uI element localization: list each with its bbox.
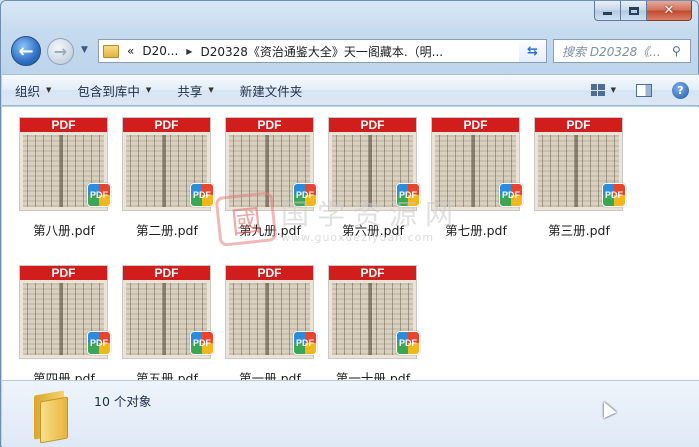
pdf-header: PDF <box>329 266 416 280</box>
breadcrumb: « D20... ▶ D20328《资治通鉴大全》天一阁藏本.（明... <box>123 43 530 60</box>
share-menu[interactable]: 共享 ▼ <box>164 75 226 105</box>
watermark-url: www.guoxueziyuan.com <box>281 231 435 244</box>
arrow-left-icon: ← <box>18 40 34 62</box>
maximize-button[interactable] <box>621 1 647 21</box>
organize-label: 组织 <box>15 83 41 99</box>
breadcrumb-overflow[interactable]: « <box>127 44 134 58</box>
pdf-header: PDF <box>123 266 210 280</box>
breadcrumb-segment-current[interactable]: D20328《资治通鉴大全》天一阁藏本.（明... <box>200 43 443 60</box>
pdf-app-icon: PDF <box>293 331 317 355</box>
file-list: PDF PDF 第八册.pdf PDF PDF 第二册.pdf PDF PDF … <box>2 107 699 386</box>
chevron-right-icon[interactable]: ▶ <box>186 47 192 56</box>
chevron-down-icon: ▼ <box>208 86 214 94</box>
breadcrumb-segment[interactable]: D20... <box>142 44 178 58</box>
chevron-down-icon: ▼ <box>46 86 52 94</box>
new-folder-button[interactable]: 新建文件夹 <box>227 75 316 105</box>
refresh-button[interactable]: ⇆ <box>519 39 547 63</box>
preview-pane-icon[interactable] <box>636 83 652 97</box>
pdf-header: PDF <box>20 118 107 132</box>
command-bar: 组织 ▼ 包含到库中 ▼ 共享 ▼ 新建文件夹 ▼ ? <box>2 74 699 106</box>
search-box[interactable]: 搜索 D20328《... ⚲ <box>553 39 691 63</box>
command-bar-right: ▼ ? <box>590 75 699 105</box>
watermark-title: 国学资源网 <box>281 198 462 231</box>
pdf-header: PDF <box>535 118 622 132</box>
pdf-header: PDF <box>20 266 107 280</box>
item-count: 10 个对象 <box>94 394 152 409</box>
organize-menu[interactable]: 组织 ▼ <box>2 75 64 105</box>
minimize-button[interactable] <box>594 1 621 21</box>
include-in-library-label: 包含到库中 <box>77 83 140 99</box>
recent-pages-dropdown[interactable]: ▼ <box>81 45 88 55</box>
pdf-header: PDF <box>226 118 313 132</box>
navigation-bar: ← → ▼ « D20... ▶ D20328《资治通鉴大全》天一阁藏本.（明.… <box>1 29 698 71</box>
change-view-icon[interactable] <box>590 84 605 96</box>
forward-button[interactable]: → <box>47 38 74 65</box>
pdf-app-icon: PDF <box>190 183 214 207</box>
file-item[interactable]: PDF PDF 第四册.pdf <box>19 265 119 389</box>
file-item[interactable]: PDF PDF 第一册.pdf <box>225 265 325 389</box>
arrow-right-icon: → <box>53 42 68 61</box>
pdf-header: PDF <box>226 266 313 280</box>
folder-icon <box>103 44 119 58</box>
maximize-icon <box>628 6 639 15</box>
pdf-header: PDF <box>432 118 519 132</box>
watermark-seal: 國 <box>214 190 278 247</box>
pdf-app-icon: PDF <box>396 331 420 355</box>
close-icon: ✕ <box>663 3 675 18</box>
search-icon: ⚲ <box>672 44 681 58</box>
file-name: 第二册.pdf <box>136 223 198 238</box>
include-in-library-menu[interactable]: 包含到库中 ▼ <box>64 75 164 105</box>
minimize-icon <box>603 12 612 15</box>
file-name: 第三册.pdf <box>548 223 610 238</box>
refresh-icon: ⇆ <box>527 43 538 59</box>
pdf-app-icon: PDF <box>499 183 523 207</box>
close-button[interactable]: ✕ <box>647 1 692 21</box>
pdf-app-icon: PDF <box>87 331 111 355</box>
caption-buttons: ✕ <box>594 1 692 21</box>
pdf-header: PDF <box>123 118 210 132</box>
explorer-window: ✕ ← → ▼ « D20... ▶ D20328《资治通鉴大全》天一阁藏本.（… <box>0 0 699 447</box>
help-icon[interactable]: ? <box>672 81 689 99</box>
file-item[interactable]: PDF PDF 第二册.pdf <box>122 117 222 241</box>
watermark-text: 国学资源网 www.guoxueziyuan.com <box>281 193 461 244</box>
new-folder-label: 新建文件夹 <box>239 83 303 99</box>
mouse-cursor-icon <box>597 398 617 419</box>
address-bar[interactable]: « D20... ▶ D20328《资治通鉴大全》天一阁藏本.（明... ▼ <box>98 39 547 63</box>
pdf-app-icon: PDF <box>602 183 626 207</box>
file-item[interactable]: PDF PDF 第八册.pdf <box>19 117 119 241</box>
back-button[interactable]: ← <box>11 36 41 66</box>
pdf-app-icon: PDF <box>190 331 214 355</box>
file-item[interactable]: PDF PDF 第五册.pdf <box>122 265 222 389</box>
chevron-down-icon: ▼ <box>145 86 152 94</box>
watermark: 國 国学资源网 www.guoxueziyuan.com <box>214 190 461 247</box>
search-input[interactable]: 搜索 D20328《... <box>562 43 672 60</box>
details-pane: 10 个对象 <box>2 380 699 447</box>
file-name: 第八册.pdf <box>33 223 95 238</box>
pdf-header: PDF <box>329 118 416 132</box>
folder-icon <box>30 389 70 444</box>
view-options-dropdown[interactable]: ▼ <box>611 86 616 94</box>
pdf-app-icon: PDF <box>87 183 111 207</box>
file-item[interactable]: PDF PDF 第三册.pdf <box>534 117 634 241</box>
file-item[interactable]: PDF PDF 第一十册.pdf <box>328 265 428 389</box>
share-label: 共享 <box>177 83 203 99</box>
